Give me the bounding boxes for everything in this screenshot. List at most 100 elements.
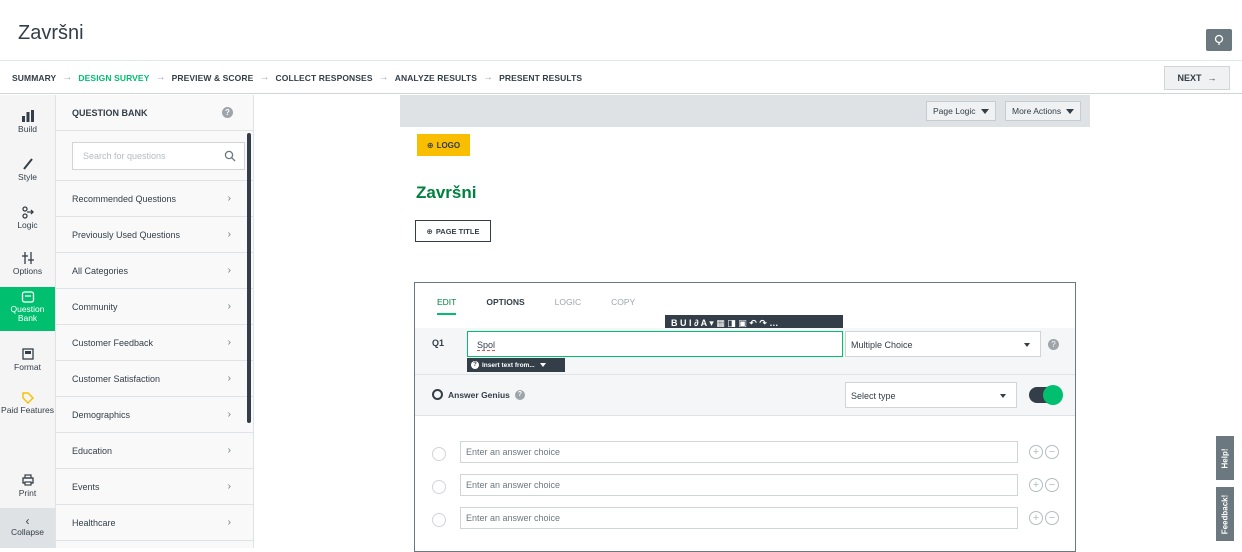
tab-logic[interactable]: LOGIC bbox=[555, 297, 581, 315]
rail-label: Style bbox=[18, 172, 37, 182]
answer-choice-input[interactable] bbox=[460, 507, 1018, 529]
answer-genius-icon bbox=[432, 389, 443, 400]
step-design-survey[interactable]: DESIGN SURVEY bbox=[78, 73, 149, 83]
options-icon bbox=[21, 252, 34, 264]
add-choice-icon[interactable]: + bbox=[1029, 478, 1043, 492]
question-bank-header: QUESTION BANK ? bbox=[56, 95, 253, 131]
category-label: Demographics bbox=[72, 409, 131, 420]
top-bar: Završni bbox=[0, 0, 1242, 60]
chevron-right-icon: › bbox=[227, 373, 231, 384]
rail-options[interactable]: Options bbox=[0, 251, 55, 276]
rail-print[interactable]: Print bbox=[0, 473, 55, 498]
scrollbar[interactable] bbox=[247, 133, 251, 423]
help-icon[interactable]: ? bbox=[222, 107, 233, 118]
rail-label: Question Bank bbox=[10, 304, 45, 323]
category-customer-satisfaction[interactable]: Customer Satisfaction › bbox=[56, 361, 253, 397]
rail-logic[interactable]: Logic bbox=[0, 205, 55, 230]
rte-tools: B U I ∂ A ▾ ▦ ◨ ▣ ↶ ↷ … bbox=[671, 317, 779, 328]
question-icon: ? bbox=[471, 361, 479, 369]
rail-question-bank[interactable]: Question Bank bbox=[0, 287, 55, 331]
category-demographics[interactable]: Demographics › bbox=[56, 397, 253, 433]
step-nav: SUMMARY → DESIGN SURVEY → PREVIEW & SCOR… bbox=[0, 60, 1242, 94]
arrow-right-icon: → bbox=[155, 72, 166, 83]
answer-type-select[interactable]: Select type bbox=[845, 382, 1017, 408]
collapse-button[interactable]: ‹ Collapse bbox=[0, 508, 55, 548]
chevron-right-icon: › bbox=[227, 229, 231, 240]
step-preview-score[interactable]: PREVIEW & SCORE bbox=[172, 73, 254, 83]
category-healthcare[interactable]: Healthcare › bbox=[56, 505, 253, 541]
answer-genius-toggle[interactable] bbox=[1029, 385, 1063, 405]
category-all-categories[interactable]: All Categories › bbox=[56, 253, 253, 289]
question-text-input[interactable]: Spol bbox=[467, 331, 843, 357]
category-community[interactable]: Community › bbox=[56, 289, 253, 325]
rail-build[interactable]: Build bbox=[0, 109, 55, 134]
collapse-label: Collapse bbox=[10, 527, 45, 537]
question-search-input[interactable] bbox=[83, 143, 213, 169]
category-label: Education bbox=[72, 445, 113, 456]
search-icon[interactable] bbox=[224, 150, 236, 162]
rail-paid-features[interactable]: Paid Features bbox=[0, 391, 55, 415]
chevron-left-icon: ‹ bbox=[25, 514, 30, 528]
page-title-label: PAGE TITLE bbox=[435, 226, 480, 236]
remove-choice-icon[interactable]: − bbox=[1045, 478, 1059, 492]
answer-choice-input[interactable] bbox=[460, 441, 1018, 463]
step-summary[interactable]: SUMMARY bbox=[12, 73, 56, 83]
tab-options[interactable]: OPTIONS bbox=[486, 297, 524, 315]
rail-format[interactable]: Format bbox=[0, 347, 55, 372]
lightbulb-icon bbox=[1214, 34, 1224, 45]
category-label: All Categories bbox=[72, 265, 129, 276]
category-education[interactable]: Education › bbox=[56, 433, 253, 469]
feedback-tab[interactable]: Feedback! bbox=[1216, 487, 1234, 541]
rail-style[interactable]: Style bbox=[0, 157, 55, 182]
category-customer-feedback[interactable]: Customer Feedback › bbox=[56, 325, 253, 361]
page-logic-button[interactable]: Page Logic bbox=[926, 101, 996, 121]
chat-button[interactable] bbox=[1206, 29, 1232, 51]
chevron-right-icon: › bbox=[227, 445, 231, 456]
step-analyze-results[interactable]: ANALYZE RESULTS bbox=[395, 73, 477, 83]
breadcrumb: SUMMARY → DESIGN SURVEY → PREVIEW & SCOR… bbox=[12, 72, 582, 83]
more-actions-label: More Actions bbox=[1012, 106, 1062, 116]
help-icon[interactable]: ? bbox=[1048, 339, 1059, 350]
step-collect-responses[interactable]: COLLECT RESPONSES bbox=[276, 73, 373, 83]
help-icon[interactable]: ? bbox=[514, 389, 525, 400]
caret-down-icon bbox=[1000, 394, 1006, 398]
answer-genius-row: Answer Genius ? Select type bbox=[415, 374, 1075, 416]
chevron-right-icon: › bbox=[227, 193, 231, 204]
caret-down-icon bbox=[1024, 343, 1030, 347]
help-tab[interactable]: Help! bbox=[1216, 436, 1234, 480]
add-logo-button[interactable]: ⊕ LOGO bbox=[417, 134, 470, 156]
page-toolbar: Page Logic More Actions bbox=[400, 95, 1090, 127]
page-heading[interactable]: Završni bbox=[416, 183, 476, 203]
insert-text-from-button[interactable]: ? Insert text from... bbox=[467, 358, 565, 372]
logo-label: LOGO bbox=[436, 140, 461, 150]
step-present-results[interactable]: PRESENT RESULTS bbox=[499, 73, 582, 83]
arrow-right-icon: → bbox=[1207, 73, 1217, 83]
tab-copy[interactable]: COPY bbox=[611, 297, 635, 315]
page-logic-label: Page Logic bbox=[933, 106, 976, 116]
tab-edit[interactable]: EDIT bbox=[437, 297, 457, 315]
question-type-select[interactable]: Multiple Choice bbox=[845, 331, 1041, 357]
chevron-right-icon: › bbox=[227, 517, 231, 528]
print-icon bbox=[21, 474, 34, 486]
category-previously-used[interactable]: Previously Used Questions › bbox=[56, 217, 253, 253]
rail-label: Logic bbox=[17, 220, 38, 230]
category-events[interactable]: Events › bbox=[56, 469, 253, 505]
rail-label: Format bbox=[14, 362, 41, 372]
add-choice-icon[interactable]: + bbox=[1029, 511, 1043, 525]
add-choice-icon[interactable]: + bbox=[1029, 445, 1043, 459]
question-bank-icon bbox=[21, 291, 34, 303]
remove-choice-icon[interactable]: − bbox=[1045, 511, 1059, 525]
question-number: Q1 bbox=[432, 338, 445, 348]
survey-title[interactable]: Završni bbox=[18, 22, 84, 45]
remove-choice-icon[interactable]: − bbox=[1045, 445, 1059, 459]
category-label: Healthcare bbox=[72, 517, 116, 528]
add-page-title-button[interactable]: ⊕ PAGE TITLE bbox=[415, 220, 491, 242]
chevron-right-icon: › bbox=[227, 301, 231, 312]
category-recommended-questions[interactable]: Recommended Questions › bbox=[56, 181, 253, 217]
arrow-right-icon: → bbox=[62, 72, 73, 83]
arrow-right-icon: → bbox=[482, 72, 494, 83]
category-label: Community bbox=[72, 301, 118, 312]
answer-choice-input[interactable] bbox=[460, 474, 1018, 496]
next-button[interactable]: NEXT → bbox=[1164, 66, 1230, 90]
more-actions-button[interactable]: More Actions bbox=[1005, 101, 1082, 121]
